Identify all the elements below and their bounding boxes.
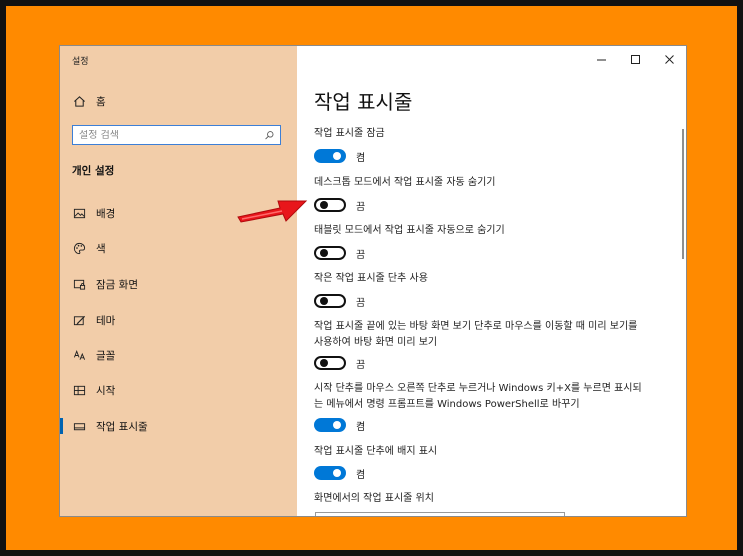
sidebar-item-label: 배경	[96, 207, 116, 220]
sidebar-item-label: 글꼴	[96, 349, 116, 362]
toggle-switch[interactable]	[314, 198, 346, 212]
sidebar-item-label: 잠금 화면	[96, 278, 138, 291]
sidebar-item-background[interactable]: 배경	[72, 203, 115, 223]
page-title: 작업 표시줄	[314, 90, 413, 114]
sidebar-item-taskbar[interactable]: 작업 표시줄	[72, 416, 148, 436]
toggle-switch[interactable]	[314, 418, 346, 432]
toggle-lock-taskbar[interactable]: 켬	[314, 148, 365, 164]
toggle-knob	[333, 152, 341, 160]
sidebar-item-home[interactable]: 홈	[72, 91, 106, 111]
toggle-knob	[333, 421, 341, 429]
search-icon[interactable]	[262, 128, 276, 142]
toggle-knob	[320, 359, 328, 367]
toggle-autohide-tablet[interactable]: 끔	[314, 245, 365, 261]
sidebar-item-fonts[interactable]: 글꼴	[72, 345, 115, 365]
toggle-peek[interactable]: 끔	[314, 355, 365, 371]
sidebar-item-label: 시작	[96, 384, 116, 397]
setting-label-peek: 작업 표시줄 끝에 있는 바탕 화면 보기 단추로 마우스를 이동할 때 미리 …	[314, 321, 638, 348]
section-title: 개인 설정	[72, 165, 115, 177]
toggle-switch[interactable]	[314, 149, 346, 163]
toggle-powershell[interactable]: 켬	[314, 417, 365, 433]
start-icon	[72, 383, 86, 397]
selected-indicator	[60, 418, 63, 434]
sidebar-item-lock-screen[interactable]: 잠금 화면	[72, 274, 138, 294]
toggle-state: 끔	[356, 297, 366, 309]
toggle-autohide-desktop[interactable]: 끔	[314, 197, 365, 213]
search-box[interactable]	[72, 125, 281, 145]
toggle-state: 끔	[356, 249, 366, 261]
toggle-switch[interactable]	[314, 294, 346, 308]
lock-screen-icon	[72, 277, 86, 291]
main-content: 작업 표시줄 작업 표시줄 잠금 켬 데스크톱 모드에서 작업 표시줄 자동 숨…	[314, 46, 674, 516]
setting-label-position: 화면에서의 작업 표시줄 위치	[314, 493, 434, 504]
setting-label-autohide-tablet: 태블릿 모드에서 작업 표시줄 자동으로 숨기기	[314, 225, 505, 236]
toggle-switch[interactable]	[314, 246, 346, 260]
taskbar-icon	[72, 419, 86, 433]
toggle-small-buttons[interactable]: 끔	[314, 293, 365, 309]
sidebar-item-label: 색	[96, 242, 106, 255]
setting-label-powershell: 시작 단추를 마우스 오른쪽 단추로 누르거나 Windows 키+X를 누르면…	[314, 383, 642, 410]
red-arrow-annotation	[237, 200, 308, 223]
toggle-switch[interactable]	[314, 356, 346, 370]
taskbar-position-dropdown[interactable]	[315, 512, 565, 516]
palette-icon	[72, 241, 86, 255]
font-icon	[72, 348, 86, 362]
toggle-state: 켬	[356, 421, 366, 433]
search-input[interactable]	[73, 129, 262, 141]
toggle-badges[interactable]: 켬	[314, 465, 365, 481]
setting-label-badges: 작업 표시줄 단추에 배지 표시	[314, 446, 438, 457]
home-icon	[72, 94, 86, 108]
scrollbar[interactable]	[682, 129, 684, 259]
toggle-state: 켬	[356, 469, 366, 481]
setting-label-small-buttons: 작은 작업 표시줄 단추 사용	[314, 273, 428, 284]
setting-label-autohide-desktop: 데스크톱 모드에서 작업 표시줄 자동 숨기기	[314, 177, 496, 188]
toggle-knob	[320, 297, 328, 305]
sidebar-item-label: 작업 표시줄	[96, 420, 148, 433]
sidebar-item-label: 테마	[96, 314, 116, 327]
image-icon	[72, 206, 86, 220]
sidebar-item-start[interactable]: 시작	[72, 380, 115, 400]
toggle-knob	[320, 249, 328, 257]
toggle-state: 끔	[356, 201, 366, 213]
toggle-state: 켬	[356, 152, 366, 164]
toggle-switch[interactable]	[314, 466, 346, 480]
settings-window: 설정 홈 개인 설정 배경 색	[60, 46, 686, 516]
toggle-knob	[333, 469, 341, 477]
window-title: 설정	[72, 57, 89, 67]
sidebar: 설정 홈 개인 설정 배경 색	[60, 46, 297, 516]
toggle-state: 끔	[356, 359, 366, 371]
sidebar-item-label: 홈	[96, 95, 106, 108]
sidebar-item-color[interactable]: 색	[72, 238, 106, 258]
theme-icon	[72, 313, 86, 327]
sidebar-item-theme[interactable]: 테마	[72, 310, 115, 330]
setting-label-lock-taskbar: 작업 표시줄 잠금	[314, 128, 385, 139]
toggle-knob	[320, 201, 328, 209]
